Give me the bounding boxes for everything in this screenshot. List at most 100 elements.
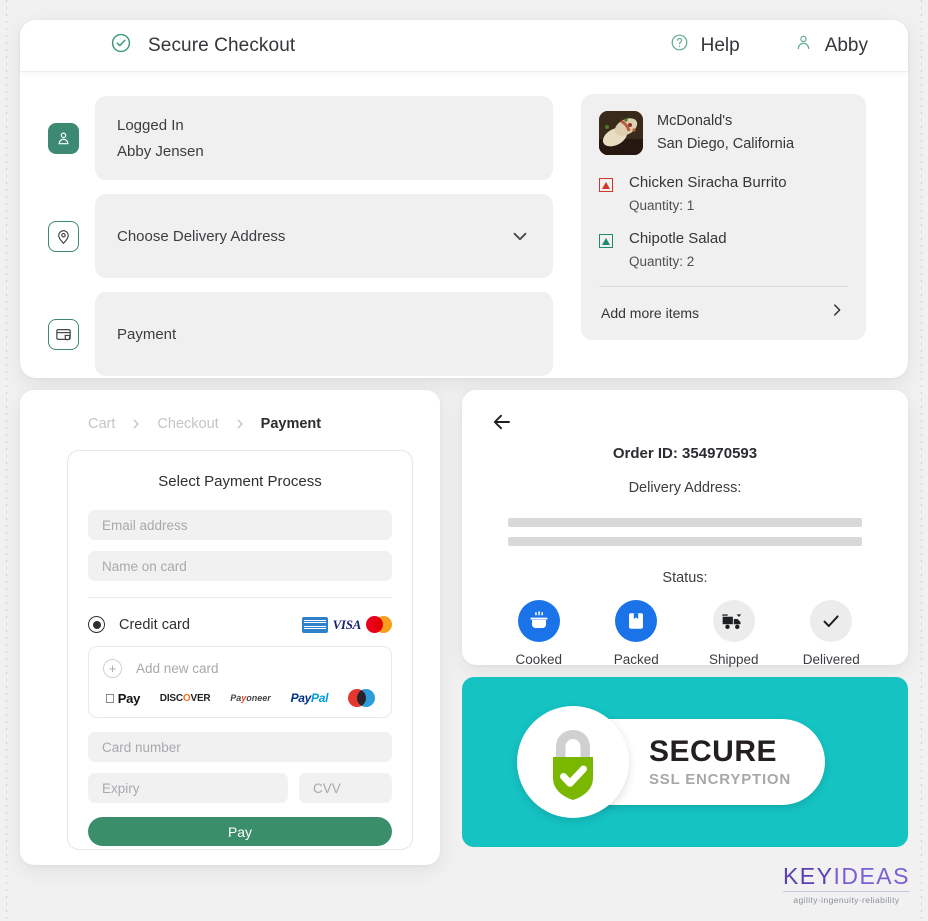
restaurant-row: McDonald's San Diego, California	[599, 110, 848, 156]
payment-card: Cart Checkout Payment Select Payment Pro…	[20, 390, 440, 865]
check-icon	[810, 600, 853, 642]
brand-name-key: KEY	[782, 863, 834, 889]
expiry-field[interactable]: Expiry	[88, 773, 288, 803]
delivery-truck-icon	[712, 600, 755, 642]
wallet-logos:  Pay DISCOVER Payoneer PayPal	[103, 689, 377, 707]
delivery-address-heading: Delivery Address:	[628, 480, 742, 496]
add-new-card-label: Add new card	[136, 661, 219, 676]
add-new-card-box: + Add new card  Pay DISCOVER Payoneer P…	[88, 646, 392, 718]
status-step-label: Cooked	[515, 652, 563, 667]
header-actions: Help Abby	[670, 33, 868, 58]
logged-in-user: Abby Jensen	[117, 142, 204, 160]
checkout-body: Logged In Abby Jensen Choose Delivery Ad…	[20, 72, 908, 398]
status-step-label: Packed	[613, 652, 659, 667]
status-step-packed[interactable]: Packed	[593, 600, 679, 667]
breadcrumb-payment: Payment	[260, 416, 322, 432]
add-more-items-label: Add more items	[601, 304, 700, 321]
ssl-subline: SSL ENCRYPTION	[648, 771, 792, 788]
status-step-cooked[interactable]: Cooked	[496, 600, 582, 667]
page-title: Secure Checkout	[148, 34, 296, 56]
brand-tagline: agility·ingenuity·reliability	[782, 891, 910, 905]
arrow-left-icon[interactable]	[490, 410, 514, 439]
breadcrumb-cart[interactable]: Cart	[88, 416, 115, 432]
paypal-logo-icon[interactable]: PayPal	[291, 691, 329, 705]
padlock-check-icon	[516, 706, 629, 818]
order-id: Order ID: 354970593	[612, 445, 758, 462]
discover-logo-icon[interactable]: DISCOVER	[160, 693, 211, 704]
chevron-right-icon	[233, 417, 247, 431]
package-box-icon	[615, 600, 658, 642]
ssl-secure-banner: SECURE SSL ENCRYPTION	[462, 677, 908, 847]
right-guide-rail	[921, 0, 922, 921]
location-pin-icon	[48, 220, 79, 252]
order-item-info: Chicken Siracha Burrito Quantity: 1	[629, 174, 787, 213]
order-item: Chicken Siracha Burrito Quantity: 1	[599, 174, 848, 213]
question-circle-icon	[670, 33, 689, 58]
logged-in-label: Logged In	[117, 116, 184, 134]
order-item: Chipotle Salad Quantity: 2	[599, 230, 848, 269]
step-logged-in: Logged In Abby Jensen	[48, 96, 553, 180]
order-item-info: Chipotle Salad Quantity: 2	[629, 230, 727, 269]
card-number-field[interactable]: Card number	[88, 732, 392, 762]
order-item-name: Chicken Siracha Burrito	[629, 174, 787, 192]
payment-panel[interactable]: Payment	[95, 292, 553, 376]
credit-card-shield-icon	[48, 318, 79, 350]
keyideas-logo: KEYIDEAS agility·ingenuity·reliability	[782, 863, 910, 905]
status-heading: Status:	[662, 570, 708, 586]
cvv-field[interactable]: CVV	[299, 773, 392, 803]
checkout-steps: Logged In Abby Jensen Choose Delivery Ad…	[48, 94, 553, 376]
plus-circle-icon: +	[103, 659, 122, 678]
name-on-card-field[interactable]: Name on card	[88, 551, 392, 581]
check-circle-icon	[110, 32, 132, 59]
delivery-address-label: Choose Delivery Address	[117, 227, 286, 245]
restaurant-info: McDonald's San Diego, California	[657, 110, 794, 156]
burrito-photo	[599, 111, 643, 156]
apple-pay-logo-icon[interactable]:  Pay	[105, 691, 140, 706]
checkout-header: Secure Checkout Help Abby	[20, 20, 908, 72]
pay-button[interactable]: Pay	[88, 817, 392, 846]
account-label: Abby	[824, 34, 868, 56]
status-step-label: Delivered	[802, 652, 860, 667]
restaurant-name: McDonald's	[657, 113, 733, 129]
credit-card-label: Credit card	[119, 616, 190, 633]
ssl-pill: SECURE SSL ENCRYPTION	[516, 706, 826, 818]
user-icon	[794, 33, 813, 58]
order-status-card: Order ID: 354970593 Delivery Address: St…	[462, 390, 908, 667]
payoneer-logo-icon[interactable]: Payoneer	[230, 693, 271, 703]
breadcrumb-checkout[interactable]: Checkout	[157, 416, 218, 432]
accepted-card-logos: VISA	[301, 616, 392, 633]
status-step-shipped[interactable]: Shipped	[691, 600, 777, 667]
step-delivery-address: Choose Delivery Address	[48, 194, 553, 278]
veg-mark-icon	[599, 234, 613, 249]
restaurant-location: San Diego, California	[657, 136, 795, 153]
add-new-card-button[interactable]: + Add new card	[103, 659, 377, 678]
credit-card-option[interactable]: Credit card VISA	[88, 597, 392, 633]
address-placeholder-bar	[508, 518, 862, 527]
email-field[interactable]: Email address	[88, 510, 392, 540]
help-button[interactable]: Help	[670, 33, 740, 58]
chevron-right-icon	[828, 301, 846, 324]
order-item-name: Chipotle Salad	[629, 230, 727, 248]
logged-in-panel: Logged In Abby Jensen	[95, 96, 553, 180]
order-item-quantity: Quantity: 1	[629, 198, 695, 214]
account-button[interactable]: Abby	[794, 33, 868, 58]
expiry-cvv-row: Expiry CVV	[88, 773, 392, 803]
delivery-address-panel[interactable]: Choose Delivery Address	[95, 194, 553, 278]
address-placeholder-bar	[508, 537, 862, 546]
cooking-pot-icon	[517, 600, 560, 642]
credit-card-radio[interactable]	[88, 616, 105, 633]
amex-logo-icon	[301, 616, 328, 633]
brand-name-ideas: IDEAS	[833, 863, 910, 889]
ssl-text: SECURE SSL ENCRYPTION	[648, 737, 792, 788]
brand-name: KEYIDEAS	[783, 863, 910, 890]
maestro-logo-icon[interactable]	[347, 689, 375, 707]
status-step-delivered[interactable]: Delivered	[788, 600, 874, 667]
add-more-items-button[interactable]: Add more items	[599, 287, 848, 328]
status-step-label: Shipped	[708, 652, 759, 667]
chevron-down-icon[interactable]	[509, 225, 531, 247]
chevron-right-icon	[129, 417, 143, 431]
step-payment: Payment	[48, 292, 553, 376]
secure-checkout-card: Secure Checkout Help Abby Logged In Abby…	[20, 20, 908, 378]
mastercard-logo-icon	[366, 616, 392, 633]
order-item-quantity: Quantity: 2	[629, 254, 695, 270]
